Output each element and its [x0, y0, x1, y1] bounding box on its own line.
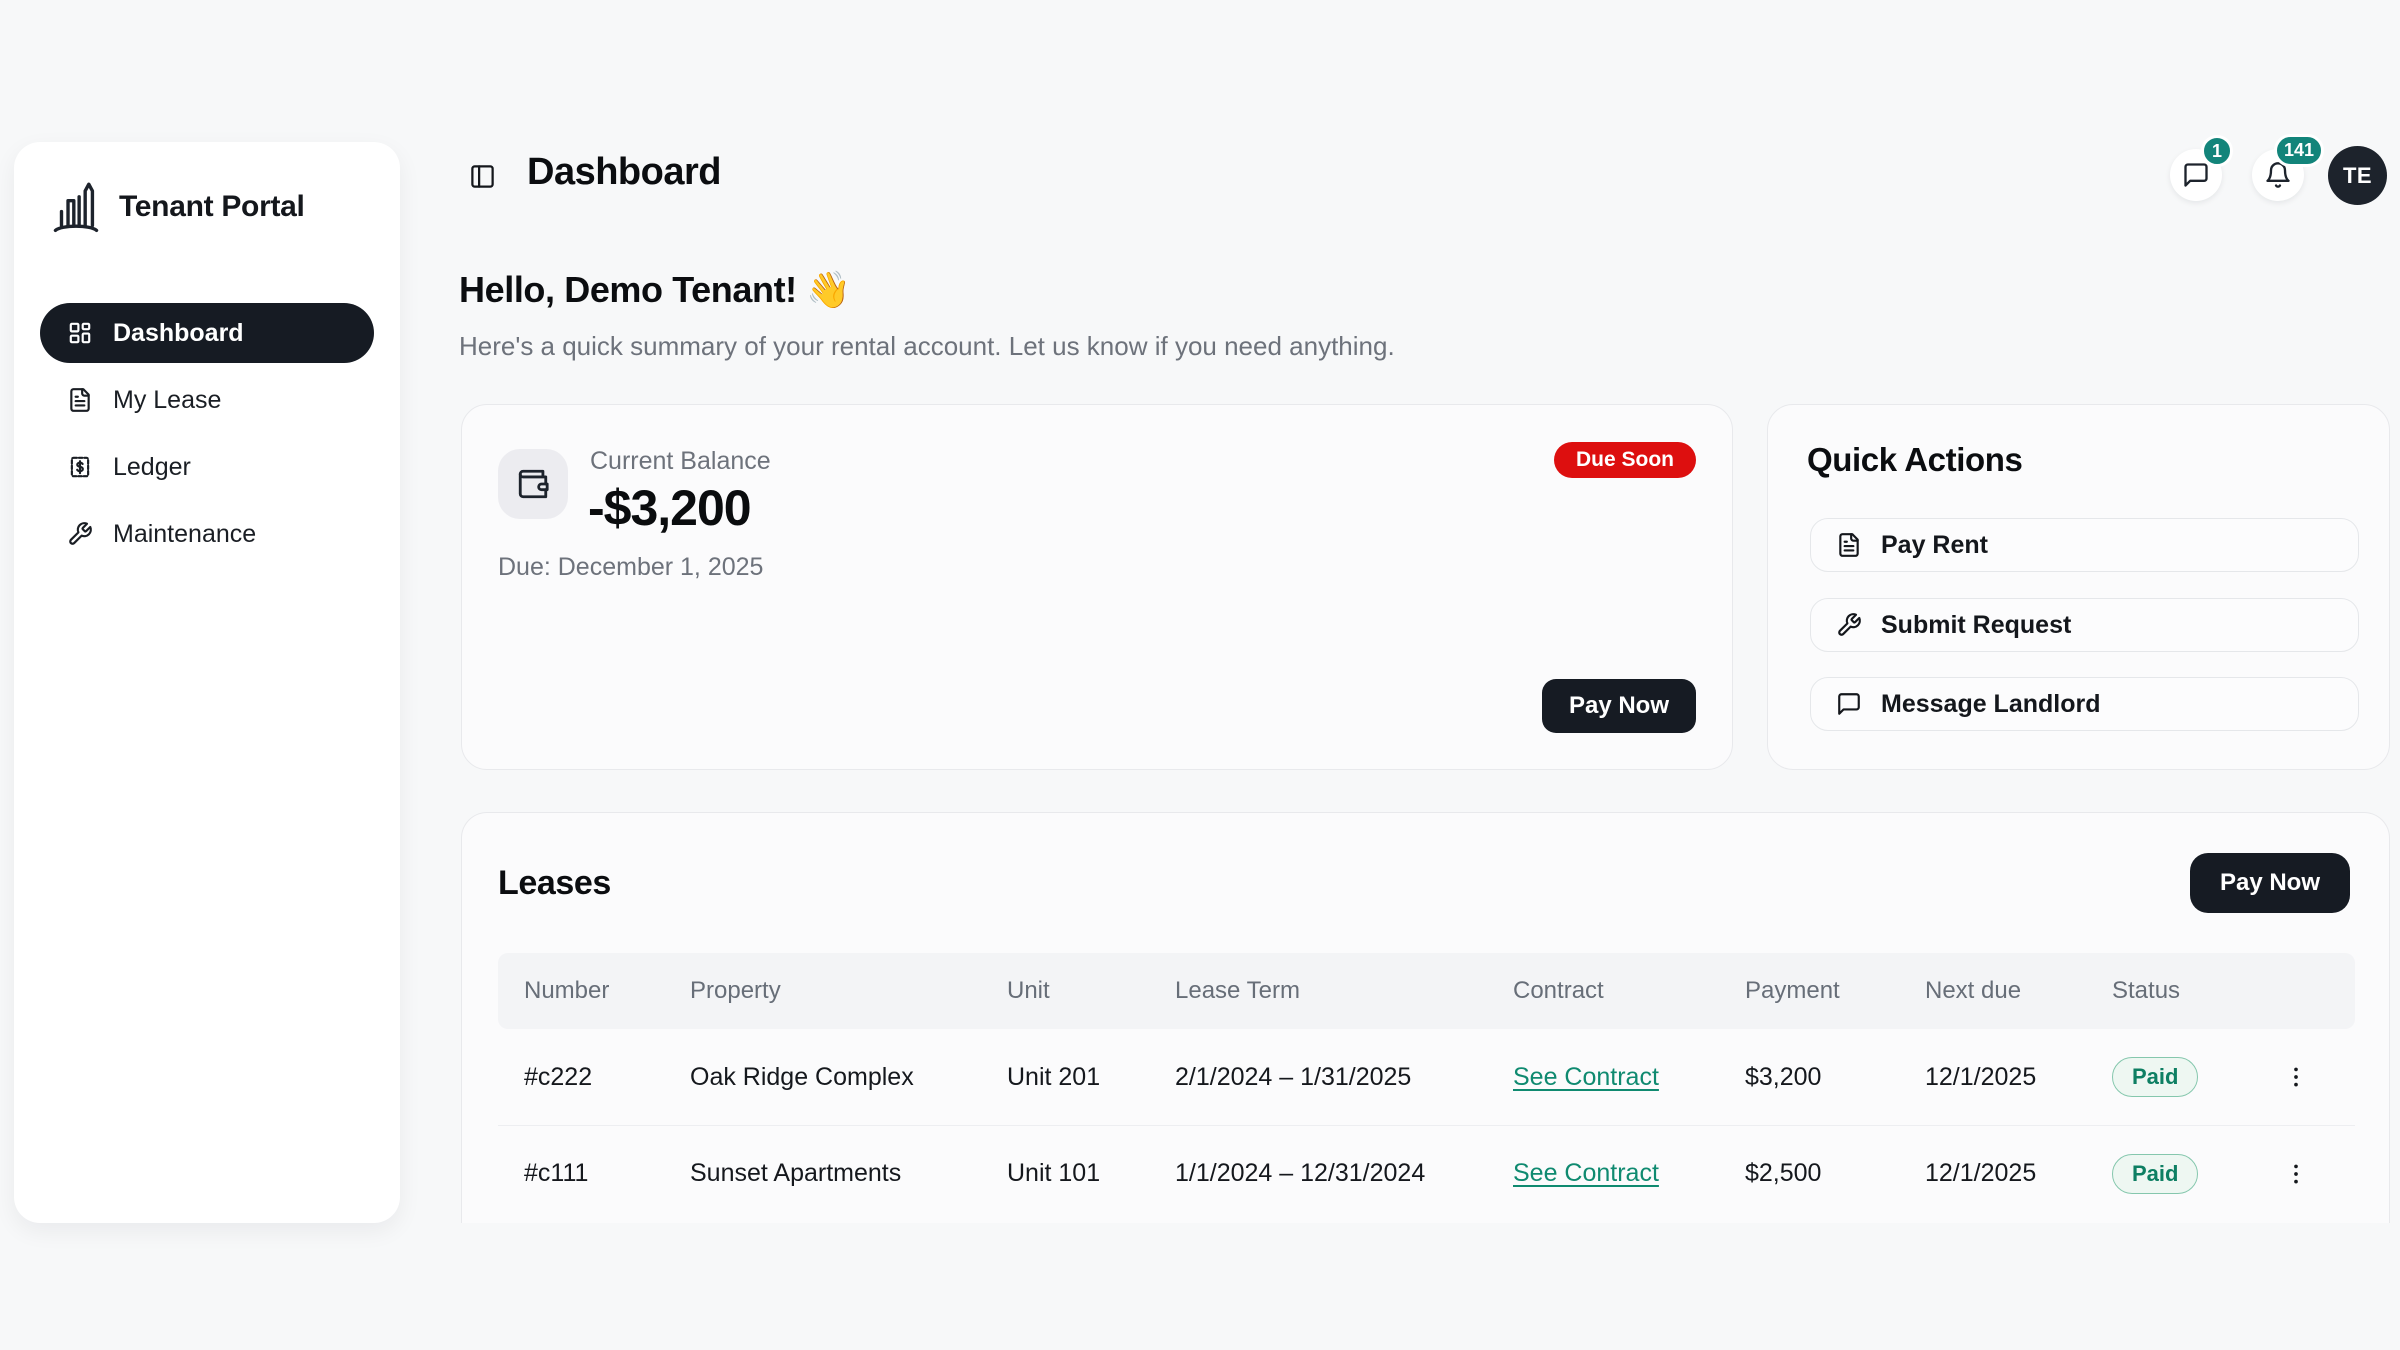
- wallet-icon: [516, 467, 550, 501]
- lease-property: Sunset Apartments: [664, 1159, 981, 1188]
- lease-property: Oak Ridge Complex: [664, 1063, 981, 1092]
- message-square-icon: [1836, 691, 1862, 717]
- see-contract-link[interactable]: See Contract: [1513, 1159, 1659, 1187]
- sidebar-nav: Dashboard My Lease Ledger: [40, 303, 374, 571]
- leases-table: Number Property Unit Lease Term Contract…: [498, 953, 2355, 1221]
- brand: Tenant Portal: [14, 142, 400, 238]
- status-badge: Paid: [2112, 1154, 2198, 1194]
- column-header: Unit: [981, 977, 1149, 1005]
- balance-amount: -$3,200: [588, 479, 751, 537]
- notifications-count-badge: 141: [2274, 134, 2324, 167]
- sidebar: Tenant Portal Dashboard My: [14, 142, 400, 1223]
- lease-term: 2/1/2024 – 1/31/2025: [1149, 1063, 1487, 1092]
- panel-left-icon: [469, 163, 496, 190]
- due-date-text: Due: December 1, 2025: [498, 553, 763, 582]
- sidebar-item-maintenance[interactable]: Maintenance: [40, 504, 374, 564]
- column-header: Number: [498, 977, 664, 1005]
- row-menu-button[interactable]: [2274, 1055, 2318, 1099]
- lease-payment: $3,200: [1719, 1063, 1899, 1092]
- table-row: #c222 Oak Ridge Complex Unit 201 2/1/202…: [498, 1029, 2355, 1125]
- leases-card: Leases Pay Now Number Property Unit Leas…: [461, 812, 2390, 1223]
- lease-next-due: 12/1/2025: [1899, 1159, 2086, 1188]
- more-vertical-icon: [2283, 1161, 2309, 1187]
- file-text-icon: [1836, 532, 1862, 558]
- brand-name: Tenant Portal: [119, 190, 305, 224]
- wave-emoji: 👋: [806, 269, 850, 310]
- table-header-row: Number Property Unit Lease Term Contract…: [498, 953, 2355, 1029]
- lease-unit: Unit 101: [981, 1159, 1149, 1188]
- table-row: #c111 Sunset Apartments Unit 101 1/1/202…: [498, 1125, 2355, 1221]
- greeting-title: Hello, Demo Tenant! 👋: [459, 269, 851, 311]
- lease-payment: $2,500: [1719, 1159, 1899, 1188]
- sidebar-item-label: My Lease: [113, 386, 221, 415]
- messages-count-badge: 1: [2201, 135, 2233, 167]
- balance-label: Current Balance: [590, 447, 771, 476]
- leases-pay-now-button[interactable]: Pay Now: [2190, 853, 2350, 913]
- message-square-icon: [2182, 161, 2210, 189]
- lease-next-due: 12/1/2025: [1899, 1063, 2086, 1092]
- wrench-icon: [67, 521, 93, 547]
- user-avatar[interactable]: TE: [2328, 146, 2387, 205]
- quick-actions-card: Quick Actions Pay Rent Submit Request Me…: [1767, 404, 2390, 770]
- dashboard-grid-icon: [67, 320, 93, 346]
- greeting-subtitle: Here's a quick summary of your rental ac…: [459, 331, 1395, 362]
- submit-request-button[interactable]: Submit Request: [1810, 598, 2359, 652]
- wallet-icon-container: [498, 449, 568, 519]
- action-label: Message Landlord: [1881, 690, 2101, 719]
- due-soon-badge: Due Soon: [1554, 442, 1696, 478]
- row-menu-button[interactable]: [2274, 1152, 2318, 1196]
- sidebar-toggle-button[interactable]: [462, 156, 502, 196]
- lease-number: #c222: [498, 1063, 664, 1092]
- action-label: Pay Rent: [1881, 531, 1988, 560]
- more-vertical-icon: [2283, 1064, 2309, 1090]
- column-header: Status: [2086, 977, 2246, 1005]
- action-label: Submit Request: [1881, 611, 2071, 640]
- file-text-icon: [67, 387, 93, 413]
- column-header: Payment: [1719, 977, 1899, 1005]
- column-header: Lease Term: [1149, 977, 1487, 1005]
- message-landlord-button[interactable]: Message Landlord: [1810, 677, 2359, 731]
- receipt-icon: [67, 454, 93, 480]
- balance-card: Current Balance -$3,200 Due Soon Due: De…: [461, 404, 1733, 770]
- wrench-icon: [1836, 612, 1862, 638]
- status-badge: Paid: [2112, 1057, 2198, 1097]
- column-header: Contract: [1487, 977, 1719, 1005]
- sidebar-item-label: Dashboard: [113, 319, 244, 348]
- sidebar-item-dashboard[interactable]: Dashboard: [40, 303, 374, 363]
- page-title: Dashboard: [527, 151, 721, 194]
- quick-actions-title: Quick Actions: [1807, 441, 2022, 479]
- see-contract-link[interactable]: See Contract: [1513, 1063, 1659, 1091]
- sidebar-item-label: Maintenance: [113, 520, 256, 549]
- column-header: Property: [664, 977, 981, 1005]
- sidebar-item-ledger[interactable]: Ledger: [40, 437, 374, 497]
- pay-now-button[interactable]: Pay Now: [1542, 679, 1696, 733]
- lease-unit: Unit 201: [981, 1063, 1149, 1092]
- sidebar-item-my-lease[interactable]: My Lease: [40, 370, 374, 430]
- lease-term: 1/1/2024 – 12/31/2024: [1149, 1159, 1487, 1188]
- greeting-text: Hello, Demo Tenant!: [459, 269, 797, 310]
- pay-rent-button[interactable]: Pay Rent: [1810, 518, 2359, 572]
- leases-title: Leases: [498, 864, 611, 903]
- column-header: Next due: [1899, 977, 2086, 1005]
- lease-number: #c111: [498, 1159, 664, 1188]
- sidebar-item-label: Ledger: [113, 453, 191, 482]
- buildings-logo-icon: [47, 176, 105, 238]
